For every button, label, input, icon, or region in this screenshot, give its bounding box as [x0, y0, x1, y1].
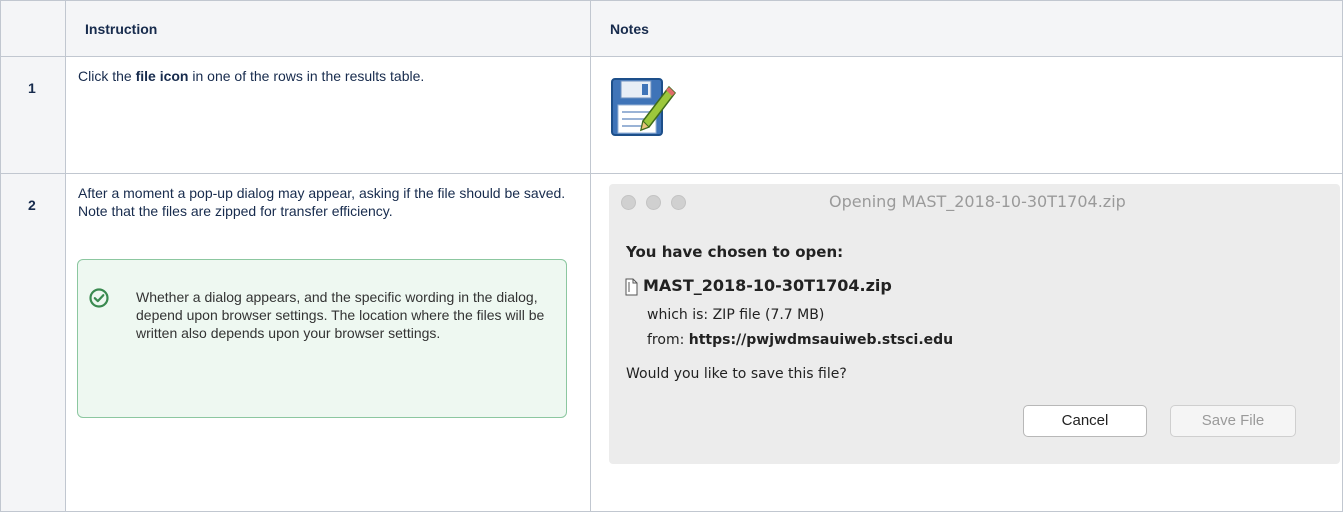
zoom-window-button[interactable]: [671, 195, 686, 210]
table-row: 2 After a moment a pop-up dialog may app…: [0, 173, 1343, 512]
close-window-button[interactable]: [621, 195, 636, 210]
file-type-row: which is: ZIP file (7.7 MB): [647, 307, 825, 323]
instruction-cell: Click the file icon in one of the rows i…: [65, 56, 591, 174]
floppy-save-icon: [611, 77, 677, 146]
open-file-dialog: Opening MAST_2018-10-30T1704.zip You hav…: [609, 184, 1340, 464]
save-question: Would you like to save this file?: [626, 366, 847, 382]
dialog-title: Opening MAST_2018-10-30T1704.zip: [829, 192, 1126, 211]
step-number: 1: [0, 56, 66, 174]
table-row: 1 Click the file icon in one of the rows…: [0, 56, 1343, 174]
save-file-button[interactable]: Save File: [1170, 405, 1296, 437]
instruction-text: After a moment a pop-up dialog may appea…: [78, 185, 566, 219]
callout-text: Whether a dialog appears, and the specif…: [136, 289, 545, 341]
header-number: [0, 0, 66, 57]
instruction-cell: After a moment a pop-up dialog may appea…: [65, 173, 591, 512]
dialog-titlebar: Opening MAST_2018-10-30T1704.zip: [609, 184, 1340, 220]
notes-cell: Opening MAST_2018-10-30T1704.zip You hav…: [590, 173, 1343, 512]
dialog-heading: You have chosen to open:: [626, 243, 844, 261]
header-instruction: Instruction: [65, 0, 591, 57]
table-header-row: Instruction Notes: [0, 0, 1343, 57]
cancel-button[interactable]: Cancel: [1023, 405, 1147, 437]
minimize-window-button[interactable]: [646, 195, 661, 210]
header-notes: Notes: [590, 0, 1343, 57]
file-type-value: ZIP file (7.7 MB): [712, 307, 825, 323]
document-icon: [625, 278, 638, 300]
info-callout: Whether a dialog appears, and the specif…: [77, 259, 567, 418]
file-icon-emphasis: file icon: [135, 68, 189, 84]
check-circle-icon: [89, 288, 109, 311]
file-source-value: https://pwjwdmsauiweb.stsci.edu: [688, 332, 954, 348]
file-source-row: from: https://pwjwdmsauiweb.stsci.edu: [647, 332, 954, 348]
instruction-text: Click the file icon in one of the rows i…: [78, 68, 425, 84]
instruction-table: Instruction Notes 1 Click the file icon …: [0, 0, 1343, 512]
step-number: 2: [0, 173, 66, 512]
notes-cell: [590, 56, 1343, 174]
dialog-filename: MAST_2018-10-30T1704.zip: [643, 276, 892, 295]
